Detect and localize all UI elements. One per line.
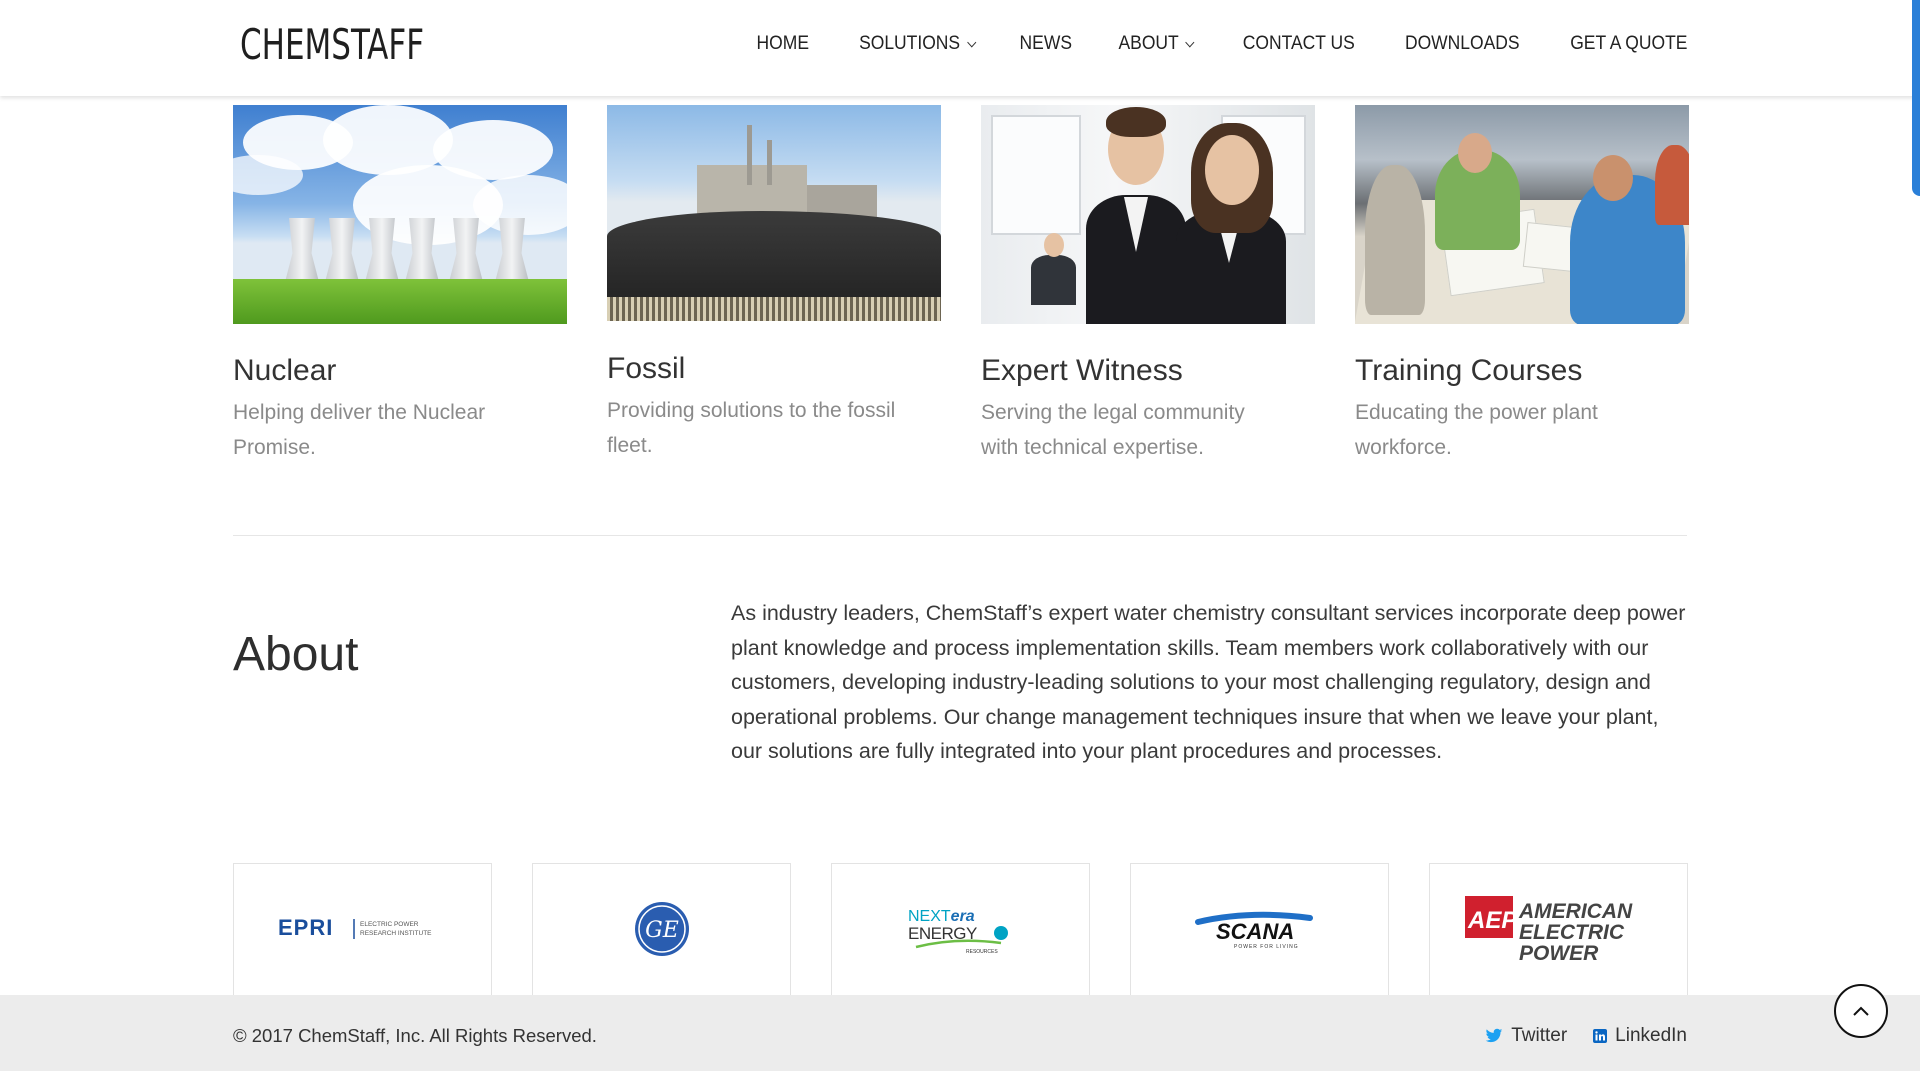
epri-logo: EPRI ELECTRIC POWER RESEARCH INSTITUTE xyxy=(278,915,432,940)
nav-home[interactable]: HOME xyxy=(757,33,809,55)
svg-text:POWER FOR LIVING: POWER FOR LIVING xyxy=(1234,944,1299,950)
expert-witness-image[interactable] xyxy=(981,105,1315,324)
svg-text:AMERICAN: AMERICAN xyxy=(1518,900,1633,923)
twitter-label: Twitter xyxy=(1511,1025,1568,1046)
svg-text:SCANA: SCANA xyxy=(1216,919,1294,944)
aep-logo: AEP AMERICAN ELECTRIC POWER xyxy=(1464,896,1633,965)
nuclear-image[interactable] xyxy=(233,105,567,324)
nav-downloads[interactable]: DOWNLOADS xyxy=(1405,33,1520,55)
copyright-text: © 2017 ChemStaff, Inc. All Rights Reserv… xyxy=(233,1025,597,1046)
nav-about-label: ABOUT xyxy=(1118,33,1179,54)
twitter-link[interactable]: Twitter xyxy=(1485,1025,1567,1047)
nav-downloads-label: DOWNLOADS xyxy=(1404,33,1520,54)
twitter-icon xyxy=(1485,1028,1503,1043)
svg-text:ELECTRIC POWER: ELECTRIC POWER xyxy=(360,921,419,928)
chevron-up-icon xyxy=(1853,1006,1869,1016)
nav-contact-label: CONTACT US xyxy=(1243,33,1356,54)
solution-card-fossil[interactable]: Fossil Providing solutions to the fossil… xyxy=(607,105,941,463)
site-logo[interactable]: CHEMSTAFF xyxy=(240,20,424,69)
section-divider xyxy=(233,535,1687,536)
chevron-down-icon xyxy=(1185,37,1195,47)
svg-text:ELECTRIC: ELECTRIC xyxy=(1519,921,1625,944)
svg-text:GE: GE xyxy=(645,918,679,943)
scrollbar-thumb[interactable] xyxy=(1912,0,1920,196)
svg-text:AEP: AEP xyxy=(1467,907,1518,934)
svg-text:RESEARCH INSTITUTE: RESEARCH INSTITUTE xyxy=(360,930,432,937)
solution-title[interactable]: Training Courses xyxy=(1355,354,1689,388)
svg-text:EPRI: EPRI xyxy=(278,915,333,940)
solution-card-expert-witness[interactable]: Expert Witness Serving the legal communi… xyxy=(981,105,1315,465)
main-nav: HOME SOLUTIONS NEWS ABOUT CONTACT US DOW… xyxy=(712,33,1687,55)
solution-description: Serving the legal community with technic… xyxy=(981,401,1245,459)
nav-quote-label: GET A QUOTE xyxy=(1569,33,1687,54)
linkedin-icon xyxy=(1593,1029,1608,1043)
linkedin-label: LinkedIn xyxy=(1615,1025,1687,1046)
solution-description: Helping deliver the Nuclear Promise. xyxy=(233,401,486,459)
chevron-down-icon xyxy=(967,37,977,47)
solution-title[interactable]: Fossil xyxy=(607,352,941,386)
solution-title[interactable]: Nuclear xyxy=(233,354,567,388)
nav-news-label: NEWS xyxy=(1019,33,1072,54)
svg-text:NEXTera: NEXTera xyxy=(908,908,975,925)
partner-logo-ge[interactable]: GE xyxy=(532,863,791,1003)
linkedin-link[interactable]: LinkedIn xyxy=(1593,1025,1687,1047)
svg-text:POWER: POWER xyxy=(1519,942,1599,965)
nav-contact-us[interactable]: CONTACT US xyxy=(1243,33,1355,55)
partner-logo-epri[interactable]: EPRI ELECTRIC POWER RESEARCH INSTITUTE xyxy=(233,863,492,1003)
nav-solutions[interactable]: SOLUTIONS xyxy=(859,33,977,55)
scana-logo: SCANA POWER FOR LIVING xyxy=(1194,911,1313,950)
site-header: CHEMSTAFF HOME SOLUTIONS NEWS ABOUT CONT… xyxy=(0,0,1920,96)
fossil-image[interactable] xyxy=(607,105,941,321)
partner-logo-scana[interactable]: SCANA POWER FOR LIVING xyxy=(1130,863,1389,1003)
solution-description: Providing solutions to the fossil fleet. xyxy=(607,399,896,457)
nav-news[interactable]: NEWS xyxy=(1019,33,1071,55)
nextera-logo: NEXTera ENERGY RESOURCES xyxy=(908,908,1008,955)
solution-title[interactable]: Expert Witness xyxy=(981,354,1315,388)
solution-card-training-courses[interactable]: Training Courses Educating the power pla… xyxy=(1355,105,1689,465)
about-heading: About xyxy=(233,628,359,681)
solution-card-nuclear[interactable]: Nuclear Helping deliver the Nuclear Prom… xyxy=(233,105,567,465)
partner-logo-nextera[interactable]: NEXTera ENERGY RESOURCES xyxy=(831,863,1090,1003)
nav-get-a-quote[interactable]: GET A QUOTE xyxy=(1570,33,1687,55)
social-links: Twitter LinkedIn xyxy=(1485,1025,1687,1047)
solution-description: Educating the power plant workforce. xyxy=(1355,401,1598,459)
site-footer: © 2017 ChemStaff, Inc. All Rights Reserv… xyxy=(0,995,1920,1071)
training-courses-image[interactable] xyxy=(1355,105,1689,324)
nav-solutions-label: SOLUTIONS xyxy=(859,33,961,54)
partner-logo-aep[interactable]: AEP AMERICAN ELECTRIC POWER xyxy=(1429,863,1688,1003)
svg-text:RESOURCES: RESOURCES xyxy=(966,949,998,955)
about-paragraph: As industry leaders, ChemStaff’s expert … xyxy=(731,601,1686,764)
scroll-to-top-button[interactable] xyxy=(1834,984,1888,1038)
ge-logo: GE xyxy=(634,902,689,956)
nav-about[interactable]: ABOUT xyxy=(1118,33,1195,55)
nav-home-label: HOME xyxy=(756,33,809,54)
